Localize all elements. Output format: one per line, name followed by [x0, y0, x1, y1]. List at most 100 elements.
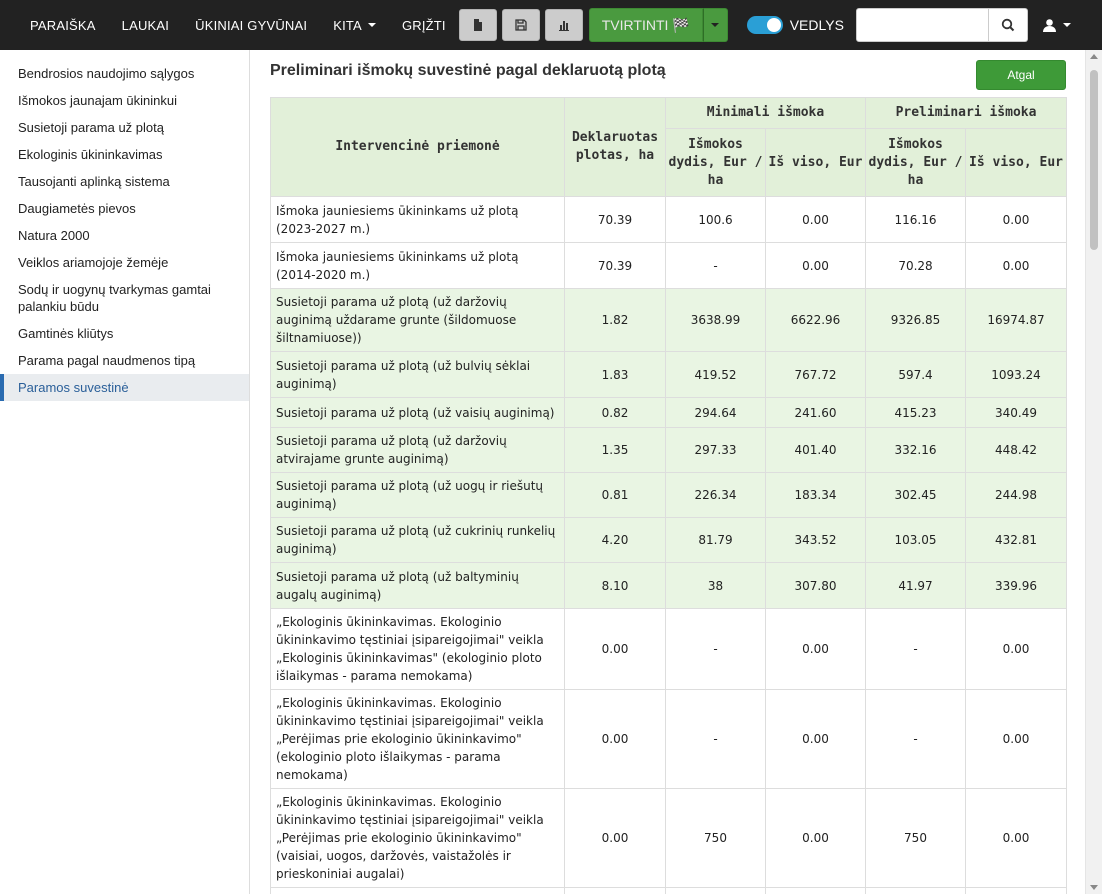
cell-min-total: 241.60: [765, 397, 866, 428]
scroll-up-icon[interactable]: [1090, 54, 1098, 59]
scroll-thumb[interactable]: [1090, 70, 1098, 250]
cell-min-total: [765, 887, 866, 894]
confirm-button-group: TVIRTINTI 🏁: [588, 8, 728, 42]
cell-area: [564, 887, 666, 894]
sidebar-item[interactable]: Natura 2000: [0, 222, 249, 249]
cell-area: 1.35: [564, 427, 666, 473]
summary-table: Intervencinė priemonė Deklaruotas plotas…: [270, 97, 1068, 894]
vedlys-toggle[interactable]: [746, 16, 783, 34]
cell-pre-total: 340.49: [964, 397, 1068, 428]
sidebar-item[interactable]: Tausojanti aplinką sistema: [0, 168, 249, 195]
header-declared-area: Deklaruotas plotas, ha: [564, 97, 666, 197]
sidebar-item[interactable]: Veiklos ariamojoje žemėje: [0, 249, 249, 276]
cell-min-rate: 226.34: [665, 472, 766, 518]
nav-laukai[interactable]: LAUKAI: [109, 0, 182, 50]
cell-pre-total: 0.00: [964, 196, 1068, 243]
cell-pre-total: [964, 887, 1068, 894]
sidebar-item[interactable]: Sodų ir uogynų tvarkymas gamtai palankiu…: [0, 276, 249, 320]
sidebar-item[interactable]: Daugiametės pievos: [0, 195, 249, 222]
header-minimal-payment: Minimali išmoka: [665, 97, 866, 129]
table-row: „Ekologinis ūkininkavimas. Ekologinio: [270, 887, 1068, 894]
search-input[interactable]: [856, 8, 989, 42]
sidebar-item[interactable]: Paramos suvestinė: [0, 374, 249, 401]
sidebar-item[interactable]: Gamtinės kliūtys: [0, 320, 249, 347]
header-min-rate: Išmokos dydis, Eur / ha: [665, 128, 766, 197]
search-box: [856, 8, 1028, 42]
cell-min-rate: 100.6: [665, 196, 766, 243]
cell-measure: Susietoji parama už plotą (už uogų ir ri…: [270, 472, 565, 518]
table-row: Išmoka jauniesiems ūkininkams už plotą (…: [270, 242, 1068, 289]
cell-pre-total: 339.96: [964, 562, 1068, 609]
confirm-dropdown-toggle[interactable]: [702, 8, 728, 42]
user-menu[interactable]: [1042, 0, 1071, 50]
floppy-disk-icon: [515, 19, 527, 31]
cell-measure: Susietoji parama už plotą (už baltyminių…: [270, 562, 565, 609]
cell-min-rate: -: [665, 242, 766, 289]
caret-down-icon: [367, 23, 376, 27]
cell-area: 0.82: [564, 397, 666, 428]
cell-pre-rate: 332.16: [865, 427, 966, 473]
cell-pre-rate: 750: [865, 788, 966, 888]
cell-pre-total: 1093.24: [964, 351, 1068, 398]
table-row: „Ekologinis ūkininkavimas. Ekologinio ūk…: [270, 608, 1068, 690]
nav-kita-label: KITA: [333, 17, 362, 33]
nav-grizti[interactable]: GRĮŽTI: [389, 0, 459, 50]
cell-pre-rate: -: [865, 689, 966, 789]
cell-measure: „Ekologinis ūkininkavimas. Ekologinio ūk…: [270, 608, 565, 690]
cell-pre-total: 244.98: [964, 472, 1068, 518]
sidebar-item[interactable]: Išmokos jaunajam ūkininkui: [0, 87, 249, 114]
cell-pre-total: 448.42: [964, 427, 1068, 473]
cell-pre-total: 0.00: [964, 608, 1068, 690]
cell-min-total: 401.40: [765, 427, 866, 473]
document-button[interactable]: [458, 9, 497, 41]
caret-down-icon: [1063, 23, 1071, 27]
cell-min-total: 6622.96: [765, 288, 866, 352]
document-icon: [473, 19, 482, 31]
header-measure: Intervencinė priemonė: [270, 97, 565, 197]
cell-area: 8.10: [564, 562, 666, 609]
scroll-down-icon[interactable]: [1090, 885, 1098, 890]
table-row: Susietoji parama už plotą (už daržovių a…: [270, 288, 1068, 352]
nav-ukiniai-gyvunai[interactable]: ŪKINIAI GYVŪNAI: [182, 0, 320, 50]
cell-min-rate: 419.52: [665, 351, 766, 398]
cell-pre-total: 432.81: [964, 517, 1068, 563]
header-pre-total: Iš viso, Eur: [964, 128, 1068, 197]
sidebar-item[interactable]: Susietoji parama už plotą: [0, 114, 249, 141]
cell-area: 1.83: [564, 351, 666, 398]
cell-pre-rate: 597.4: [865, 351, 966, 398]
cell-measure: Išmoka jauniesiems ūkininkams už plotą (…: [270, 196, 565, 243]
cell-min-total: 0.00: [765, 242, 866, 289]
chart-button[interactable]: [544, 9, 583, 41]
cell-pre-total: 0.00: [964, 689, 1068, 789]
cell-area: 0.00: [564, 788, 666, 888]
back-button[interactable]: Atgal: [976, 60, 1066, 90]
nav-paraiska[interactable]: PARAIŠKA: [0, 0, 109, 50]
bar-chart-icon: [558, 21, 569, 31]
sidebar: Bendrosios naudojimo sąlygos Išmokos jaun…: [0, 50, 250, 894]
page-scrollbar[interactable]: [1085, 50, 1102, 894]
cell-pre-rate: 70.28: [865, 242, 966, 289]
cell-min-total: 0.00: [765, 689, 866, 789]
table-row: „Ekologinis ūkininkavimas. Ekologinio ūk…: [270, 689, 1068, 789]
cell-pre-rate: 302.45: [865, 472, 966, 518]
cell-min-total: 767.72: [765, 351, 866, 398]
confirm-button[interactable]: TVIRTINTI 🏁: [588, 8, 703, 42]
save-button[interactable]: [501, 9, 540, 41]
vedlys-label: VEDLYS: [789, 17, 844, 33]
cell-area: 1.82: [564, 288, 666, 352]
sidebar-item[interactable]: Ekologinis ūkininkavimas: [0, 141, 249, 168]
cell-measure: „Ekologinis ūkininkavimas. Ekologinio: [270, 887, 565, 894]
page-title: Preliminari išmokų suvestinė pagal dekla…: [270, 62, 666, 79]
cell-measure: „Ekologinis ūkininkavimas. Ekologinio ūk…: [270, 788, 565, 888]
cell-area: 70.39: [564, 196, 666, 243]
cell-min-rate: 81.79: [665, 517, 766, 563]
search-button[interactable]: [989, 8, 1028, 42]
sidebar-item[interactable]: Parama pagal naudmenos tipą: [0, 347, 249, 374]
cell-min-total: 0.00: [765, 608, 866, 690]
table-row: Išmoka jauniesiems ūkininkams už plotą (…: [270, 196, 1068, 243]
cell-measure: Susietoji parama už plotą (už daržovių a…: [270, 427, 565, 473]
cell-measure: Susietoji parama už plotą (už daržovių a…: [270, 288, 565, 352]
sidebar-item[interactable]: Bendrosios naudojimo sąlygos: [0, 60, 249, 87]
nav-kita[interactable]: KITA: [320, 0, 389, 50]
cell-min-rate: 3638.99: [665, 288, 766, 352]
